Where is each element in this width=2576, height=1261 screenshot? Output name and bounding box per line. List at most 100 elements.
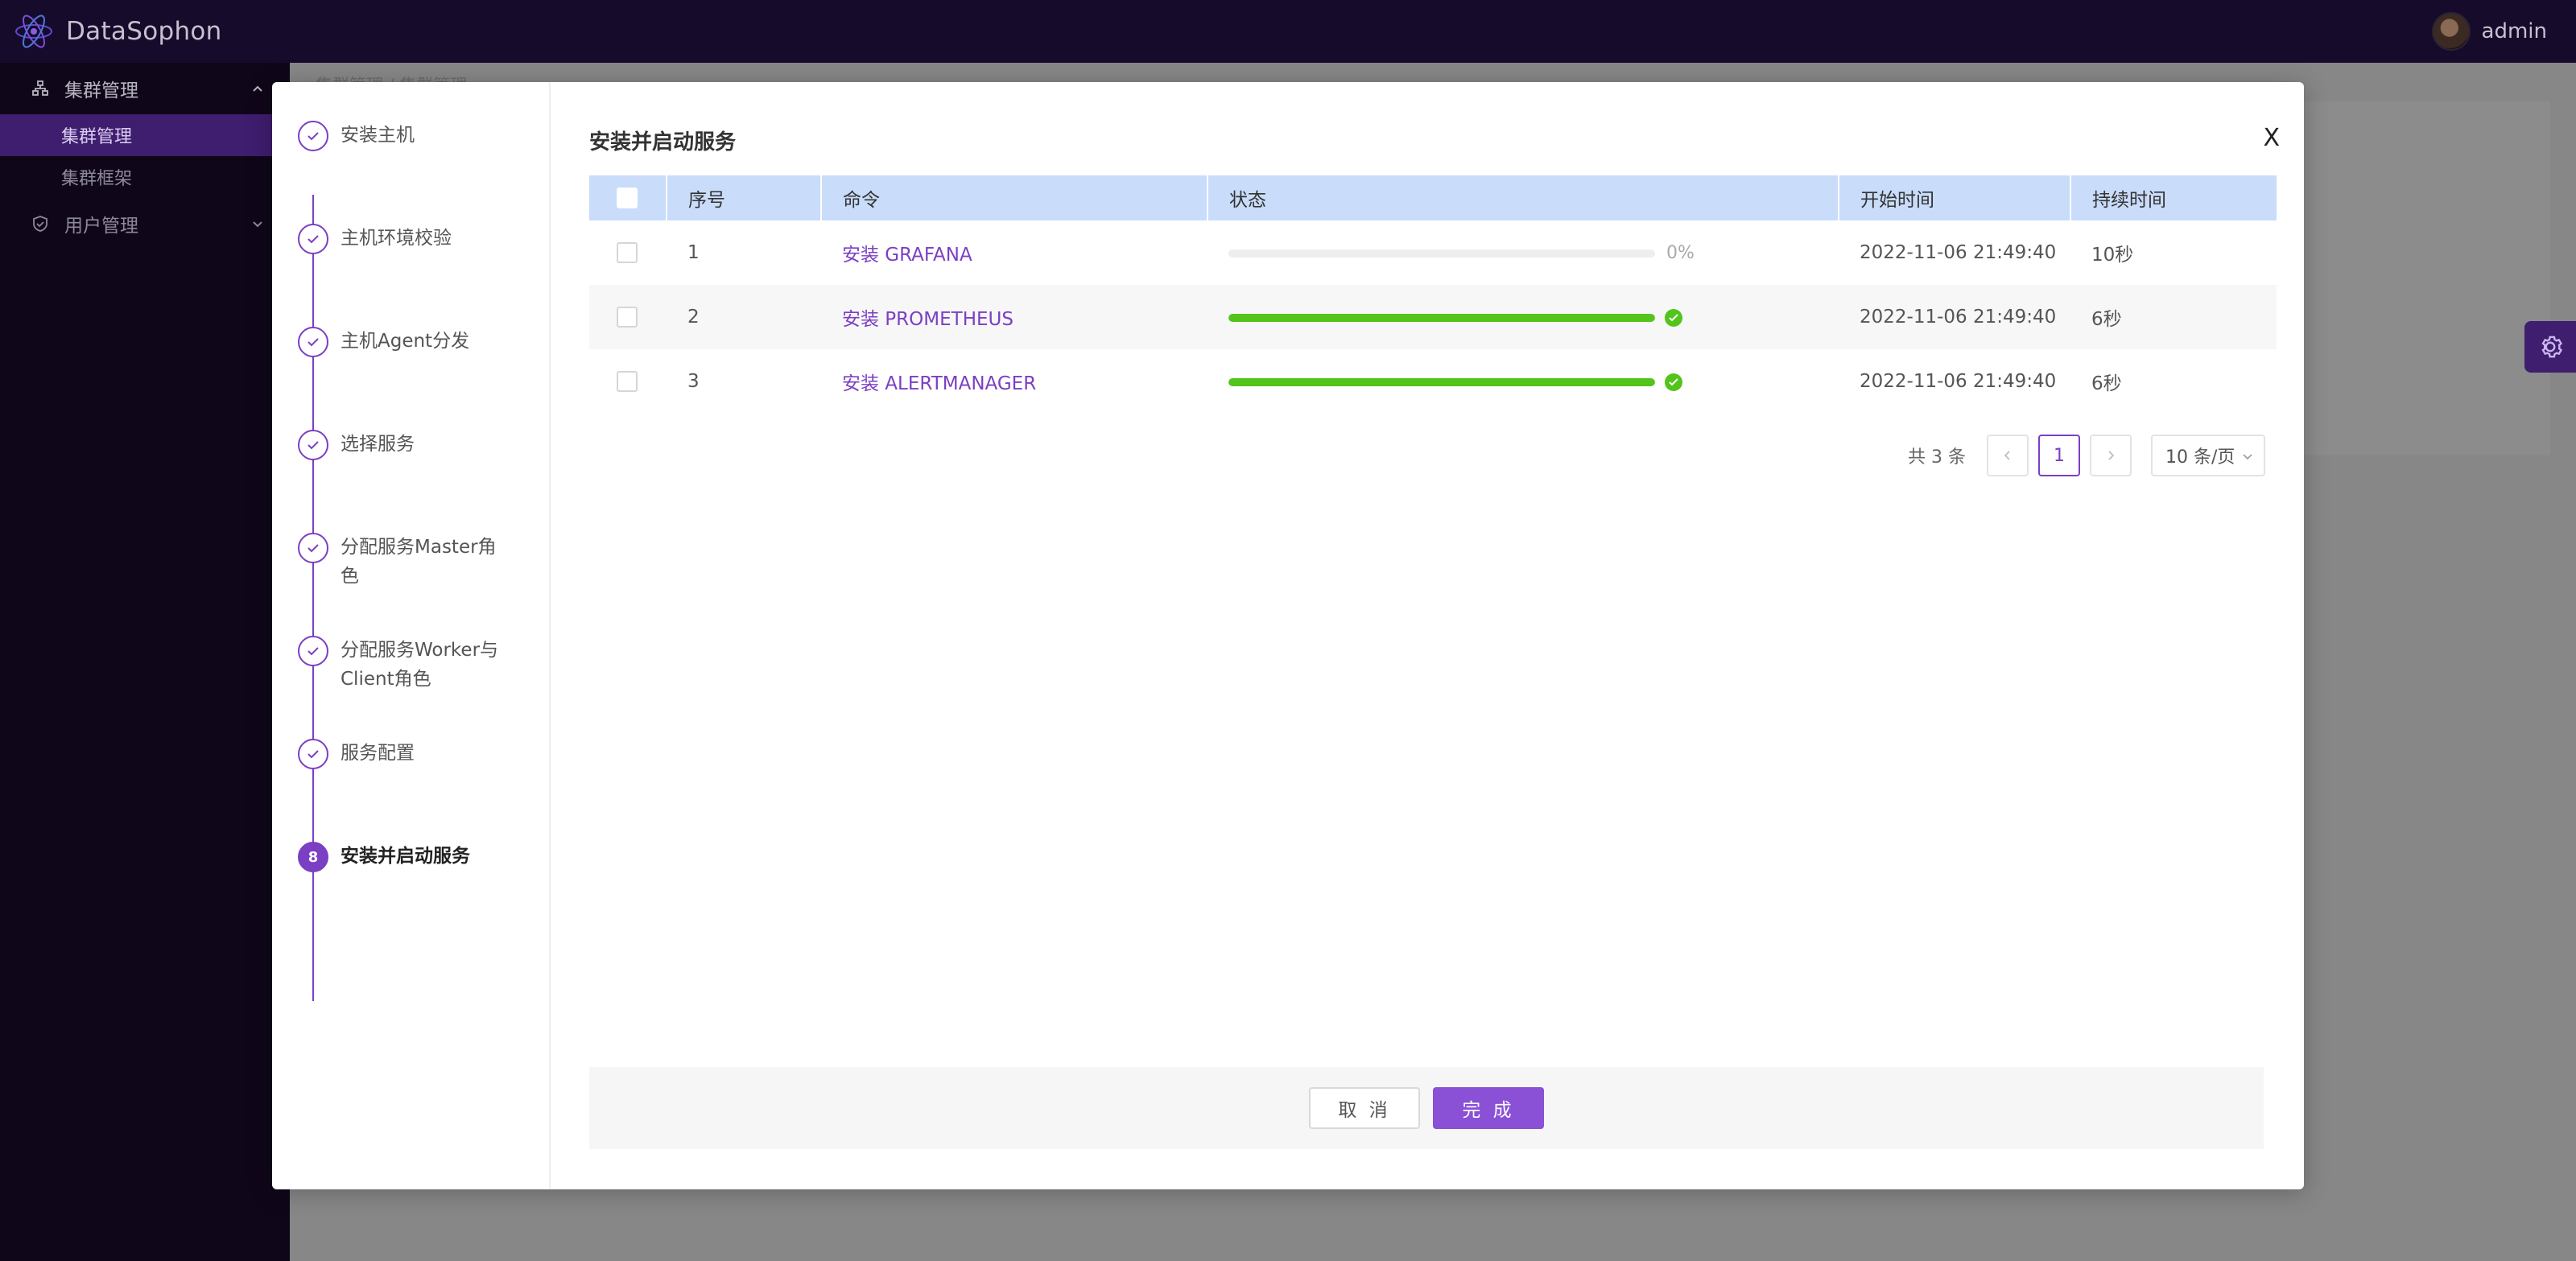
column-header: 持续时间 bbox=[2070, 175, 2277, 220]
close-button[interactable]: X bbox=[2263, 124, 2280, 152]
page-size-select[interactable]: 10 条/页 bbox=[2151, 435, 2265, 476]
step-4: 选择服务 bbox=[298, 430, 510, 460]
prev-page-button[interactable] bbox=[1987, 435, 2029, 476]
row-select-cell bbox=[589, 220, 667, 285]
sidebar-group-cluster[interactable]: 集群管理 bbox=[0, 63, 290, 114]
command-link[interactable]: 安装 GRAFANA bbox=[842, 245, 972, 266]
check-icon bbox=[298, 533, 328, 563]
column-header: 状态 bbox=[1208, 175, 1839, 220]
step-label: 安装并启动服务 bbox=[341, 846, 470, 867]
settings-button[interactable] bbox=[2524, 321, 2576, 373]
select-all-cell bbox=[589, 175, 667, 220]
table-row: 2 安装 PROMETHEUS 2022-11-06 21:49:40 6秒 bbox=[589, 285, 2277, 349]
sidebar-group-label: 集群管理 bbox=[64, 80, 138, 101]
table-row: 1 安装 GRAFANA 0% 2022-11-06 21:49:40 10秒 bbox=[589, 220, 2277, 285]
duration: 6秒 bbox=[2070, 285, 2277, 349]
step-number: 8 bbox=[298, 842, 328, 872]
step-5: 分配服务Master角色 bbox=[298, 533, 510, 591]
duration: 10秒 bbox=[2091, 245, 2134, 266]
chevron-up-icon bbox=[253, 85, 262, 92]
step-8: 8 安装并启动服务 bbox=[298, 842, 510, 872]
check-icon bbox=[298, 224, 328, 254]
sidebar: 集群管理 集群管理 集群框架 用户管理 bbox=[0, 63, 290, 1261]
command-link[interactable]: 安装 PROMETHEUS bbox=[842, 309, 1013, 330]
row-checkbox[interactable] bbox=[617, 307, 638, 328]
step-label: 主机Agent分发 bbox=[341, 331, 470, 352]
user-menu[interactable]: admin bbox=[2431, 0, 2547, 63]
wizard-steps: 安装主机 主机环境校验 主机Agent分发 选择服务 分配服务Master角色 … bbox=[272, 82, 551, 1189]
progress-bar bbox=[1228, 249, 1655, 258]
sidebar-group-users[interactable]: 用户管理 bbox=[0, 198, 290, 249]
table-row: 3 安装 ALERTMANAGER 2022-11-06 21:49:40 6秒 bbox=[589, 349, 2277, 414]
cluster-icon bbox=[31, 79, 50, 98]
command-cell: 安装 GRAFANA bbox=[821, 220, 1208, 285]
gear-icon bbox=[2541, 336, 2563, 358]
start-time: 2022-11-06 21:49:40 bbox=[1839, 285, 2070, 349]
column-header: 命令 bbox=[821, 175, 1208, 220]
step-label: 服务配置 bbox=[341, 743, 415, 764]
start-time: 2022-11-06 21:49:40 bbox=[1860, 371, 2057, 392]
check-icon bbox=[298, 121, 328, 151]
pagination-total: 共 3 条 bbox=[1908, 447, 1966, 468]
command-table: 序号 命令 状态 开始时间 持续时间 1 安装 GRAFANA 0% 2022-… bbox=[589, 175, 2277, 414]
top-bar: DataSophon admin bbox=[0, 0, 2576, 63]
sidebar-group-label: 用户管理 bbox=[64, 216, 138, 237]
step-label: 选择服务 bbox=[341, 434, 415, 455]
progress-fill bbox=[1228, 313, 1655, 322]
user-name: admin bbox=[2481, 19, 2547, 43]
step-6: 分配服务Worker与Client角色 bbox=[298, 636, 510, 694]
command-link[interactable]: 安装 ALERTMANAGER bbox=[842, 373, 1036, 394]
next-page-button[interactable] bbox=[2090, 435, 2132, 476]
cancel-button[interactable]: 取 消 bbox=[1309, 1087, 1420, 1129]
steps-connector bbox=[312, 195, 314, 1001]
check-icon bbox=[298, 327, 328, 357]
table-header: 序号 命令 状态 开始时间 持续时间 bbox=[589, 175, 2277, 220]
step-2: 主机环境校验 bbox=[298, 224, 510, 254]
page-button[interactable]: 1 bbox=[2038, 435, 2080, 476]
logo[interactable]: DataSophon bbox=[13, 10, 222, 52]
progress-bar bbox=[1228, 313, 1655, 322]
row-checkbox[interactable] bbox=[617, 371, 638, 393]
atom-logo-icon bbox=[15, 14, 52, 48]
chevron-down-icon bbox=[253, 221, 262, 228]
avatar[interactable] bbox=[2431, 12, 2471, 51]
install-dialog: 安装主机 主机环境校验 主机Agent分发 选择服务 分配服务Master角色 … bbox=[272, 82, 2304, 1189]
row-checkbox[interactable] bbox=[617, 242, 638, 264]
success-check-icon bbox=[1665, 373, 1682, 391]
select-all-checkbox[interactable] bbox=[617, 188, 638, 209]
check-icon bbox=[298, 636, 328, 666]
duration: 6秒 bbox=[2091, 373, 2122, 394]
command-cell: 安装 PROMETHEUS bbox=[821, 285, 1208, 349]
row-index: 3 bbox=[687, 371, 700, 392]
success-check-icon bbox=[1665, 308, 1682, 327]
progress-text: 0% bbox=[1666, 243, 1695, 263]
row-index: 1 bbox=[687, 242, 700, 263]
row-select-cell bbox=[589, 349, 667, 414]
column-header: 开始时间 bbox=[1839, 175, 2071, 220]
step-7: 服务配置 bbox=[298, 739, 510, 769]
check-icon bbox=[298, 430, 328, 460]
step-label: 分配服务Worker与Client角色 bbox=[341, 640, 499, 690]
progress-fill bbox=[1228, 377, 1655, 386]
check-icon bbox=[298, 739, 328, 769]
done-button[interactable]: 完 成 bbox=[1433, 1087, 1544, 1129]
step-3: 主机Agent分发 bbox=[298, 327, 510, 357]
dialog-footer: 取 消 完 成 bbox=[589, 1067, 2264, 1149]
sidebar-item-label: 集群管理 bbox=[61, 127, 133, 147]
progress-bar bbox=[1228, 377, 1655, 386]
step-label: 分配服务Master角色 bbox=[341, 537, 497, 587]
chevron-right-icon bbox=[2108, 451, 2115, 460]
command-cell: 安装 ALERTMANAGER bbox=[821, 349, 1208, 414]
step-label: 安装主机 bbox=[341, 125, 415, 146]
shield-icon bbox=[31, 214, 50, 233]
row-index: 2 bbox=[667, 285, 821, 349]
chevron-down-icon bbox=[2243, 454, 2252, 460]
start-time: 2022-11-06 21:49:40 bbox=[1860, 242, 2057, 263]
status-cell bbox=[1208, 349, 1839, 414]
sidebar-item-cluster-manage[interactable]: 集群管理 bbox=[0, 114, 290, 156]
sidebar-item-cluster-framework[interactable]: 集群框架 bbox=[0, 156, 290, 198]
column-header: 序号 bbox=[667, 175, 822, 220]
app-name: DataSophon bbox=[66, 17, 222, 46]
row-select-cell bbox=[589, 285, 667, 349]
status-cell: 0% bbox=[1208, 220, 1839, 285]
